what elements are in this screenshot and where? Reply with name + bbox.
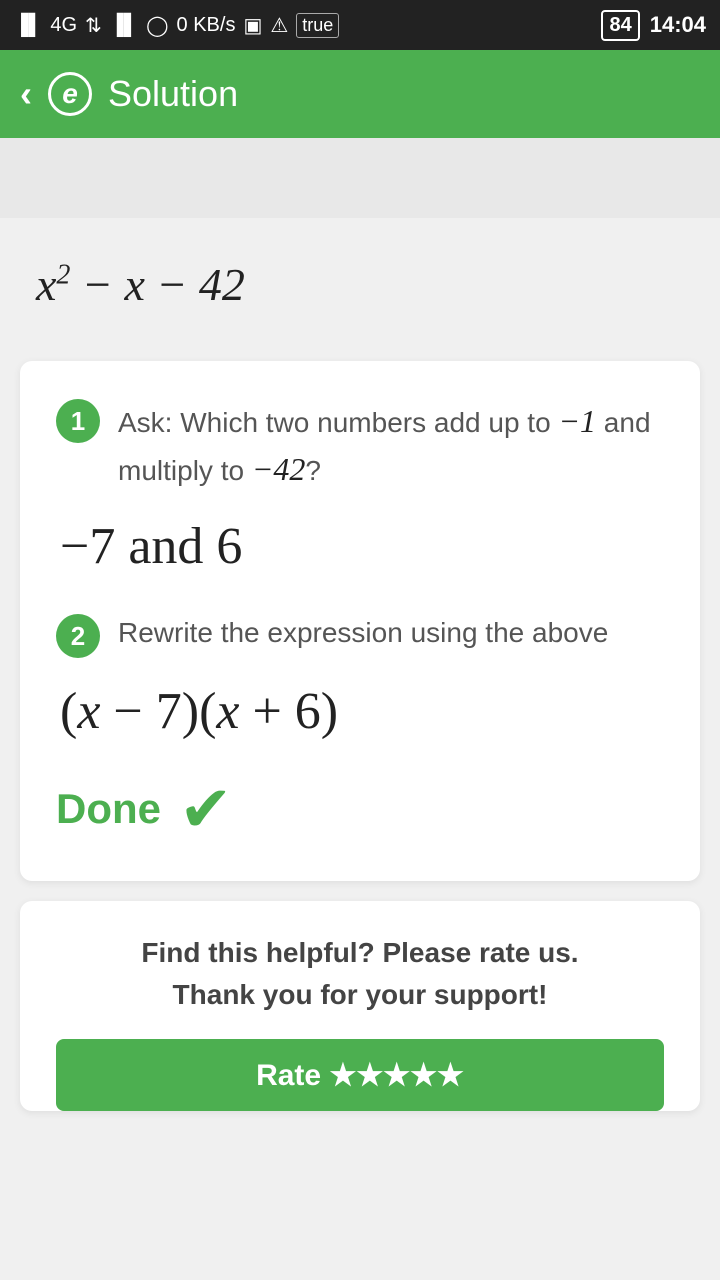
rate-card: Find this helpful? Please rate us. Thank… xyxy=(20,901,700,1111)
alert-icon: ⚠ xyxy=(270,13,288,38)
step-1-text: Ask: Which two numbers add up to −1 and … xyxy=(118,397,664,493)
checkmark-icon: ✔ xyxy=(179,777,233,841)
done-label: Done xyxy=(56,785,161,833)
photo-icon: ▣ xyxy=(243,13,262,38)
done-section: Done ✔ xyxy=(56,777,664,841)
top-spacer xyxy=(0,138,720,218)
app-header: ‹ e Solution xyxy=(0,50,720,138)
main-expression: x2 − x − 42 xyxy=(0,218,720,361)
rate-line2: Thank you for your support! xyxy=(56,979,664,1011)
step-1-highlight2: −42 xyxy=(252,451,306,487)
status-right: 84 14:04 xyxy=(601,10,706,41)
time-display: 14:04 xyxy=(650,12,706,38)
app-icon: e xyxy=(48,72,92,116)
status-left: ▐▌ 4G ⇅ ▐▌ ◯ 0 KB/s ▣ ⚠ true xyxy=(14,13,339,38)
step-2-header: 2 Rewrite the expression using the above xyxy=(56,612,664,658)
rate-line1: Find this helpful? Please rate us. xyxy=(56,937,664,969)
step-2-answer: (x − 7)(x + 6) xyxy=(56,682,664,741)
vpn-icon: ◯ xyxy=(146,13,168,38)
network-type: 4G xyxy=(50,14,77,37)
back-button[interactable]: ‹ xyxy=(20,73,32,115)
true-badge: true xyxy=(296,13,339,38)
step-1-highlight1: −1 xyxy=(558,403,596,439)
status-bar: ▐▌ 4G ⇅ ▐▌ ◯ 0 KB/s ▣ ⚠ true 84 14:04 xyxy=(0,0,720,50)
step-1-badge: 1 xyxy=(56,399,100,443)
signal-icon: ▐▌ xyxy=(14,14,42,37)
page-title: Solution xyxy=(108,73,238,115)
step-2-text: Rewrite the expression using the above xyxy=(118,612,608,654)
download-speed: 0 KB/s xyxy=(177,14,236,37)
expression-text: x2 − x − 42 xyxy=(36,259,245,310)
step-1-header: 1 Ask: Which two numbers add up to −1 an… xyxy=(56,397,664,493)
step-2-badge: 2 xyxy=(56,614,100,658)
battery-indicator: 84 xyxy=(601,10,639,41)
solution-card: 1 Ask: Which two numbers add up to −1 an… xyxy=(20,361,700,881)
signal-icon2: ▐▌ xyxy=(110,14,138,37)
step-1-answer: −7 and 6 xyxy=(56,517,664,576)
data-icon: ⇅ xyxy=(85,13,102,38)
rate-button[interactable]: Rate ★★★★★ xyxy=(56,1039,664,1111)
